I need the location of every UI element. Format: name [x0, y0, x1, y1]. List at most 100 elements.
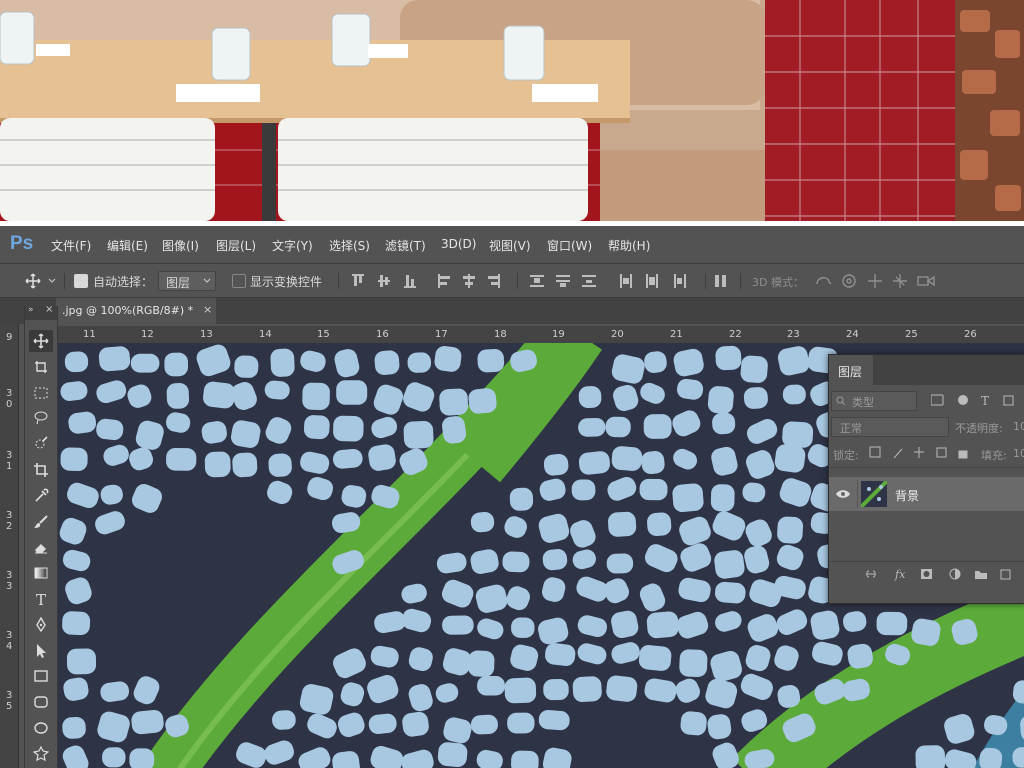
paint-dab	[944, 714, 975, 744]
tool-lasso[interactable]	[29, 407, 53, 429]
paint-dab	[611, 610, 639, 638]
options-bar: 自动选择： 图层 显示变换控件 3D 模式：	[0, 263, 1024, 298]
tool-type[interactable]: T	[29, 588, 53, 610]
paint-dab	[639, 478, 668, 501]
tool-path-select[interactable]	[29, 640, 53, 662]
toolbox-header[interactable]: » ×	[25, 304, 57, 320]
rounded-rect-icon	[34, 696, 48, 708]
tool-eraser[interactable]	[29, 536, 53, 558]
auto-select-dropdown[interactable]: 图层	[158, 271, 216, 291]
tool-pen[interactable]	[29, 614, 53, 636]
paint-dab	[402, 711, 429, 737]
type-icon: T	[36, 591, 46, 607]
paint-dab	[511, 617, 535, 638]
paint-dab	[166, 448, 197, 471]
collapse-arrows-icon[interactable]: »	[28, 305, 34, 315]
menu-image[interactable]: 图像(I)	[162, 237, 199, 254]
tool-rectangle[interactable]	[29, 665, 53, 687]
tool-artboard[interactable]	[29, 356, 53, 378]
paint-dab	[606, 675, 638, 702]
rectangle-icon	[34, 670, 48, 683]
lock-buttons-icon[interactable]	[869, 446, 969, 460]
paint-dab	[100, 681, 130, 702]
menu-view[interactable]: 视图(V)	[489, 237, 531, 254]
menu-type[interactable]: 文字(Y)	[272, 237, 313, 254]
opacity-value[interactable]: 10	[1013, 420, 1024, 433]
marquee-icon	[34, 387, 48, 399]
tool-custom-shape[interactable]	[29, 743, 53, 765]
auto-select-checkbox[interactable]	[74, 274, 88, 288]
show-transform-checkbox[interactable]	[232, 274, 246, 288]
layer-filter-dropdown[interactable]: 类型	[831, 391, 917, 411]
paint-dab	[812, 641, 843, 666]
paint-dab	[231, 382, 257, 410]
menu-filter[interactable]: 滤镜(T)	[385, 237, 426, 254]
menu-edit[interactable]: 编辑(E)	[107, 237, 148, 254]
menu-help[interactable]: 帮助(H)	[608, 237, 650, 254]
paint-dab	[644, 351, 667, 373]
paint-dab	[370, 745, 404, 768]
path-select-icon	[37, 643, 46, 658]
paint-dab	[67, 482, 99, 509]
paint-dab	[129, 748, 155, 768]
paint-dab	[640, 382, 665, 404]
tool-eyedropper[interactable]	[29, 485, 53, 507]
paint-dab	[401, 583, 427, 604]
paint-dab	[62, 745, 89, 768]
3d-mode-buttons-icon[interactable]	[815, 272, 940, 290]
move-tool-icon[interactable]	[25, 273, 41, 289]
eye-icon[interactable]	[835, 488, 851, 500]
v-ruler-label: 9	[6, 332, 13, 343]
menu-layer[interactable]: 图层(L)	[216, 237, 256, 254]
paint-dab	[672, 410, 701, 437]
tool-crop[interactable]	[29, 459, 53, 481]
tool-marquee[interactable]	[29, 382, 53, 404]
paint-dab	[712, 412, 736, 435]
menu-select[interactable]: 选择(S)	[329, 237, 370, 254]
paint-dab	[673, 348, 704, 377]
paint-dab	[509, 487, 534, 511]
tool-brush[interactable]	[29, 511, 53, 533]
paint-dab	[95, 511, 125, 535]
layer-row[interactable]: 背景	[829, 477, 1024, 511]
paint-dab	[876, 611, 908, 636]
paint-dab	[62, 549, 91, 572]
document-close-button[interactable]: ×	[203, 303, 212, 316]
fill-label: 填充:	[981, 449, 1007, 462]
paint-dab	[572, 549, 596, 570]
toolbox: » × T	[24, 304, 58, 768]
paint-dab	[333, 415, 364, 442]
tool-move[interactable]	[29, 330, 53, 352]
layer-filter-buttons-icon[interactable]: T	[931, 394, 1024, 408]
layer-actions-icon[interactable]: fx	[865, 567, 1024, 581]
opacity-label: 不透明度:	[955, 422, 1003, 435]
close-icon[interactable]: ×	[45, 304, 53, 315]
paint-dab	[131, 709, 164, 735]
auto-align-icon[interactable]	[713, 273, 729, 289]
tool-quick-select[interactable]	[29, 433, 53, 455]
tool-ellipse[interactable]	[29, 717, 53, 739]
layers-tab[interactable]: 图层	[829, 355, 873, 385]
h-ruler-label: 25	[905, 329, 918, 340]
tool-gradient[interactable]	[29, 562, 53, 584]
paint-dab	[62, 716, 86, 739]
paint-dab	[401, 749, 434, 768]
paint-dab	[710, 484, 735, 512]
paint-dab	[577, 615, 607, 638]
paint-dab	[201, 421, 227, 444]
menu-3d[interactable]: 3D(D)	[441, 237, 476, 251]
paint-dab	[68, 411, 97, 434]
tool-rounded-rect[interactable]	[29, 691, 53, 713]
paint-dab	[475, 584, 508, 613]
paint-dab	[441, 579, 474, 608]
menu-window[interactable]: 窗口(W)	[547, 237, 592, 254]
menu-file[interactable]: 文件(F)	[51, 237, 91, 254]
fill-value[interactable]: 10	[1013, 447, 1024, 460]
blend-mode-dropdown[interactable]: 正常	[831, 417, 949, 437]
align-buttons-icon[interactable]	[350, 272, 510, 290]
chevron-down-icon[interactable]	[48, 278, 56, 284]
distribute-buttons-icon[interactable]	[528, 272, 698, 290]
paint-dab	[507, 712, 535, 734]
auto-select-label: 自动选择：	[93, 275, 154, 289]
custom-shape-icon	[33, 745, 49, 761]
